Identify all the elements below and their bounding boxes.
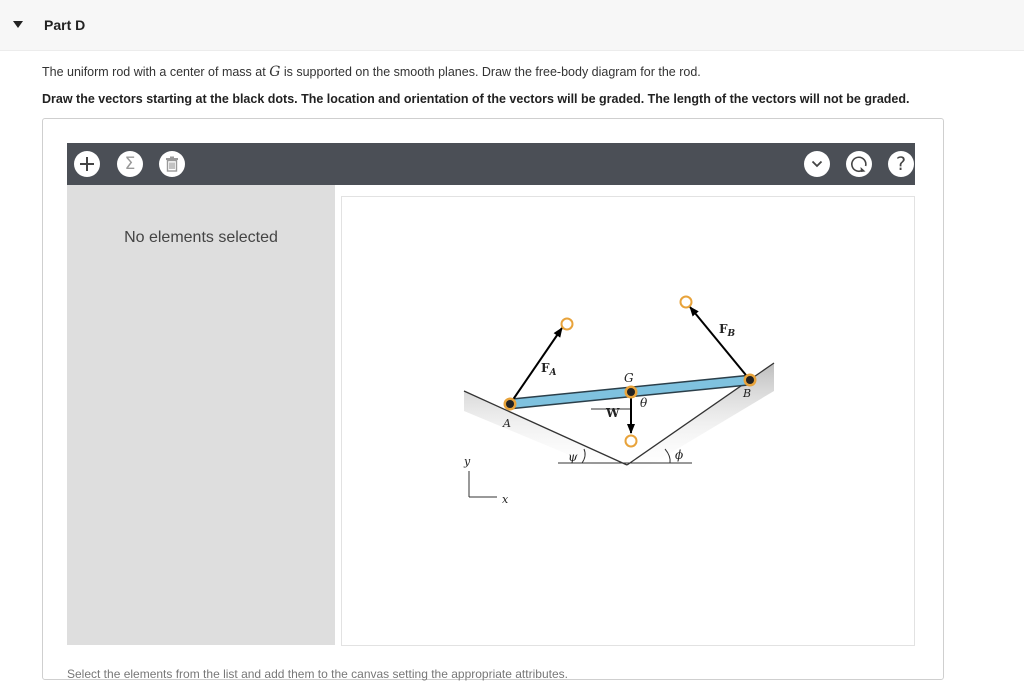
label-phi: ϕ (675, 448, 683, 462)
question-instruction: Draw the vectors starting at the black d… (42, 92, 910, 106)
question-text-after: is supported on the smooth planes. Draw … (280, 65, 701, 79)
anchor-dot-b[interactable] (746, 376, 754, 384)
label-y-axis: y (463, 455, 471, 468)
no-selection-message: No elements selected (124, 229, 278, 246)
anchor-dot-g[interactable] (627, 388, 635, 396)
label-fb-sub: B (727, 329, 736, 339)
toolbar: Σ ? (67, 143, 915, 185)
reset-icon (851, 156, 867, 173)
sigma-icon: Σ (124, 153, 136, 174)
label-w: W (605, 406, 620, 420)
anchor-dot-a[interactable] (506, 400, 514, 408)
vector-fb[interactable] (689, 306, 751, 381)
fb-tip-handle[interactable] (679, 295, 693, 309)
reset-button[interactable] (846, 151, 872, 177)
w-tip-handle[interactable] (624, 434, 638, 448)
math-symbol-g: G (269, 64, 281, 80)
plus-icon (80, 157, 94, 171)
label-a: A (502, 417, 511, 430)
label-fa-sub: A (549, 368, 557, 378)
fbd-tool-panel: Σ ? No elements selected FA FB G W θ A B… (42, 118, 944, 681)
label-psi: ψ (568, 450, 578, 464)
part-header[interactable]: Part D (0, 0, 1024, 51)
help-icon: ? (895, 152, 907, 175)
question-text: The uniform rod with a center of mass at… (42, 64, 701, 80)
label-theta: θ (640, 396, 648, 410)
trash-icon (166, 156, 178, 172)
label-fa: FA (541, 361, 557, 378)
label-g: G (624, 371, 634, 385)
part-title: Part D (44, 17, 86, 33)
free-body-diagram[interactable]: FA FB G W θ A B ψ ϕ y x (342, 197, 914, 645)
delete-button[interactable] (159, 151, 185, 177)
collapse-caret-icon[interactable] (13, 21, 23, 28)
label-b: B (742, 387, 751, 400)
footer-instruction: Select the elements from the list and ad… (67, 667, 568, 681)
drawing-canvas[interactable]: FA FB G W θ A B ψ ϕ y x (341, 196, 915, 646)
fa-tip-handle[interactable] (560, 317, 574, 331)
label-fb: FB (719, 322, 736, 339)
element-properties-sidebar: No elements selected (67, 185, 335, 645)
vector-fa[interactable] (509, 327, 563, 405)
sum-button[interactable]: Σ (117, 151, 143, 177)
label-x-axis: x (502, 493, 509, 506)
chevron-down-icon (811, 160, 823, 168)
question-text-before: The uniform rod with a center of mass at (42, 65, 270, 79)
help-button[interactable]: ? (888, 151, 914, 177)
add-vector-button[interactable] (74, 151, 100, 177)
dropdown-button[interactable] (804, 151, 830, 177)
